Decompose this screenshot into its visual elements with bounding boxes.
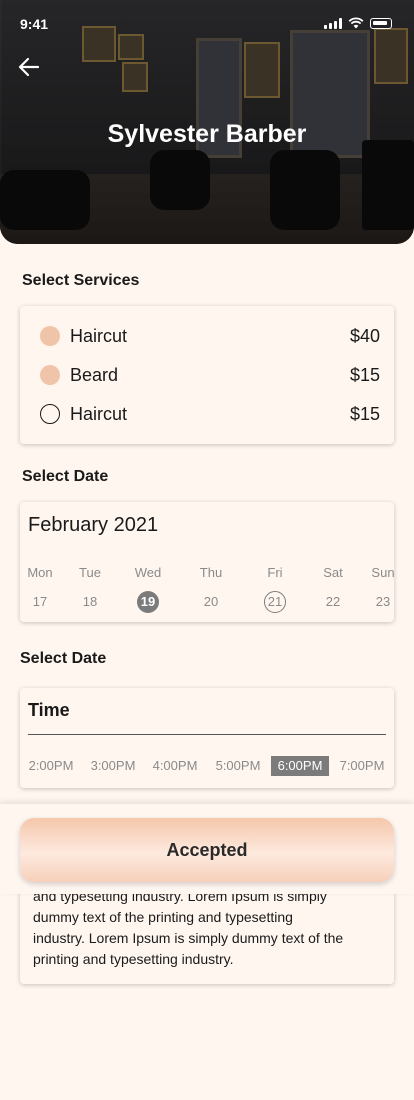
calendar-date-number: 23 [375,594,391,609]
services-section-title: Select Services [22,272,140,289]
time-divider [28,734,386,735]
signal-icon [324,18,342,29]
calendar-date[interactable]: 23 [361,591,394,613]
description-line: industry. Lorem Ipsum is simply dummy te… [33,930,344,946]
service-item[interactable]: Haircut $15 [40,402,380,426]
calendar-date[interactable]: 17 [20,591,62,613]
time-label: Time [28,700,70,720]
accepted-button[interactable]: Accepted [20,818,394,882]
calendar-date-number: 17 [32,594,48,609]
time-slot[interactable]: 2:00PM [26,756,76,776]
status-time: 9:41 [20,16,49,32]
time-slot[interactable]: 3:00PM [88,756,138,776]
weekday-label: Sat [323,565,343,580]
shop-title: Sylvester Barber [107,120,307,148]
back-arrow-icon[interactable] [16,56,42,82]
service-price: $40 [349,325,380,346]
date-card: February 2021 Mon Tue Wed Thu Fri Sat Su… [20,502,394,622]
calendar-date-number: 20 [203,594,219,609]
time-slot[interactable]: 7:00PM [336,756,388,776]
time-card: Time 2:00PM 3:00PM 4:00PM 5:00PM 6:00PM … [20,688,394,788]
calendar-date[interactable]: 20 [189,591,233,613]
service-item[interactable]: Beard $15 [40,363,380,387]
status-bar: 9:41 [0,0,414,44]
calendar-date-selected[interactable]: 19 [126,591,170,613]
calendar-date-number: 21 [264,591,286,613]
service-radio-unselected[interactable] [40,404,60,424]
service-name: Haircut [70,403,128,424]
status-icons [324,17,392,29]
weekday-label: Sun [371,565,394,580]
calendar-date-number: 18 [82,594,98,609]
service-name: Haircut [70,325,128,346]
service-name: Beard [70,364,119,385]
service-price: $15 [349,364,380,385]
description-line: dummy text of the printing and typesetti… [33,909,293,925]
action-sheet: Accepted [0,804,414,894]
weekday-label: Wed [134,565,162,580]
description-line: printing and typesetting industry. [33,951,234,967]
calendar-date-outlined[interactable]: 21 [253,591,297,613]
service-radio-selected[interactable] [40,326,60,346]
service-price: $15 [349,403,380,424]
time-slot-selected[interactable]: 6:00PM [271,756,329,776]
service-radio-selected[interactable] [40,365,60,385]
time-slot[interactable]: 5:00PM [213,756,263,776]
calendar-month: February 2021 [28,514,159,536]
calendar-date[interactable]: 22 [311,591,355,613]
weekday-label: Thu [199,565,223,580]
service-item[interactable]: Haircut $40 [40,324,380,348]
calendar-date[interactable]: 18 [68,591,112,613]
time-slot[interactable]: 4:00PM [150,756,200,776]
wifi-icon [348,17,364,29]
calendar-date-number: 22 [325,594,341,609]
time-section-title: Select Date [20,650,107,667]
weekday-label: Mon [27,565,53,580]
weekday-label: Fri [267,565,283,580]
battery-icon [370,18,392,29]
description-text: and typesetting industry. Lorem Ipsum is… [33,886,389,970]
services-card: Haircut $40 Beard $15 Haircut $15 [20,306,394,444]
calendar-date-number: 19 [137,591,159,613]
weekday-label: Tue [79,565,101,580]
date-section-title: Select Date [22,468,109,485]
